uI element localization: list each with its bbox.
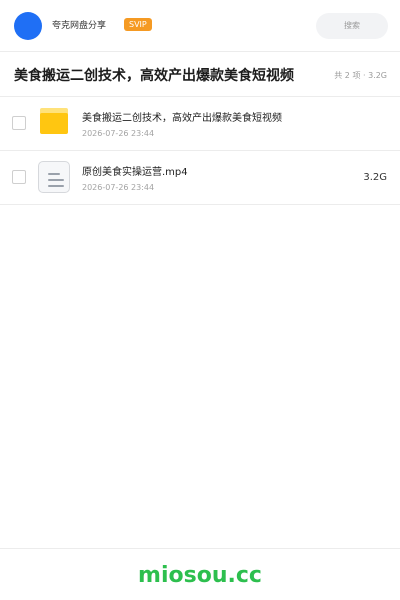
item-count-summary: 共 2 项 · 3.2G (334, 71, 387, 80)
svip-badge: SVIP (124, 18, 152, 31)
select-checkbox[interactable] (12, 170, 26, 184)
page-title: 美食搬运二创技术，高效产出爆款美食短视频 (14, 68, 294, 84)
top-bar: 夸克网盘分享 SVIP 搜索 (0, 0, 400, 52)
file-row-folder[interactable]: 美食搬运二创技术，高效产出爆款美食短视频 2026-07-26 23:44 (0, 97, 400, 151)
select-checkbox[interactable] (12, 116, 26, 130)
file-name[interactable]: 美食搬运二创技术，高效产出爆款美食短视频 (82, 112, 282, 125)
sharer-name: 夸克网盘分享 (52, 21, 107, 31)
file-row-video[interactable]: 原创美食实操运营.mp4 2026-07-26 23:44 3.2G (0, 151, 400, 205)
share-title-bar: 美食搬运二创技术，高效产出爆款美食短视频 共 2 项 · 3.2G (0, 53, 400, 97)
folder-icon (40, 108, 68, 134)
footer: miosou.cc (0, 548, 400, 600)
file-icon (38, 161, 70, 193)
file-name[interactable]: 原创美食实操运营.mp4 (82, 166, 188, 179)
file-date: 2026-07-26 23:44 (82, 183, 155, 192)
search-button[interactable]: 搜索 (316, 13, 388, 39)
file-date: 2026-07-26 23:44 (82, 129, 155, 138)
file-size: 3.2G (363, 172, 387, 183)
avatar[interactable] (14, 12, 42, 40)
brand-watermark: miosou.cc (138, 563, 262, 588)
